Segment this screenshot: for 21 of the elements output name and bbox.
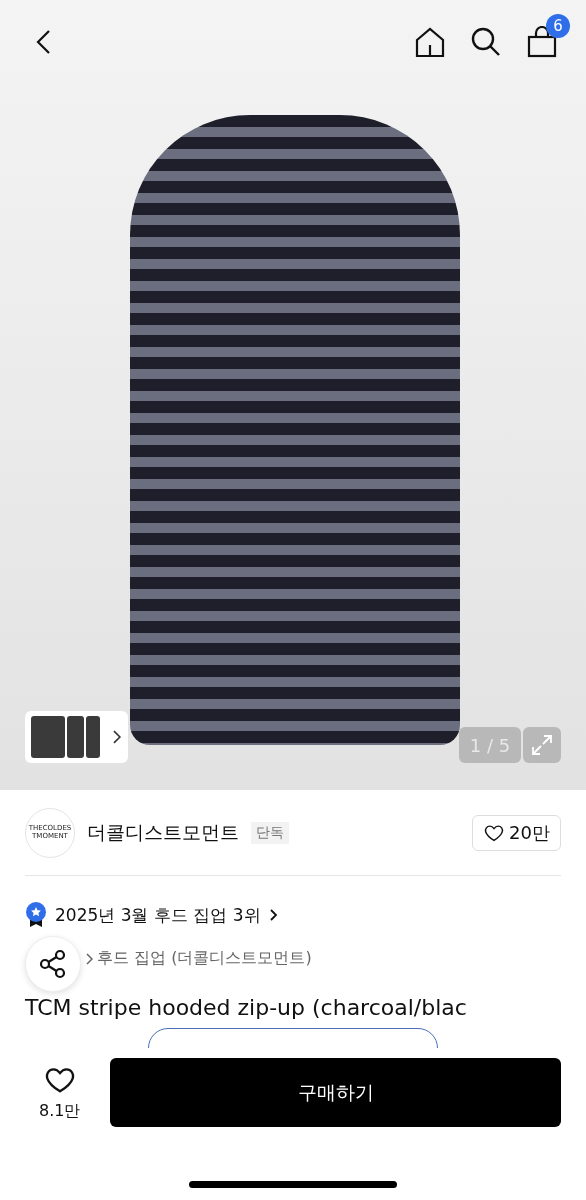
home-icon [414,26,446,58]
chevron-right-icon [112,730,122,744]
ranking-link[interactable]: 2025년 3월 후드 집업 3위 [25,902,278,928]
like-button[interactable]: 8.1만 [25,1063,81,1122]
share-button[interactable] [25,936,81,992]
product-title: TCM stripe hooded zip-up (charcoal/blac [25,995,468,1020]
back-icon [35,29,53,55]
brand-like-button[interactable]: 20만 [472,814,561,851]
thumbnail-image [86,716,101,758]
chevron-right-icon [268,908,278,922]
category-link[interactable]: 후드 집업 (더콜디스트모먼트) [97,948,312,969]
buy-button[interactable]: 구매하기 [110,1058,561,1127]
ranking-badge-icon [25,902,47,928]
cart-count-badge: 6 [546,14,570,38]
share-icon [38,949,68,979]
thumbnail-strip[interactable] [25,711,128,763]
brand-name[interactable]: 더콜디스트모먼트 [87,819,239,846]
expand-icon [531,734,553,756]
chevron-right-icon [85,951,93,966]
exclusive-tag: 단독 [251,821,289,844]
search-icon [470,26,502,58]
